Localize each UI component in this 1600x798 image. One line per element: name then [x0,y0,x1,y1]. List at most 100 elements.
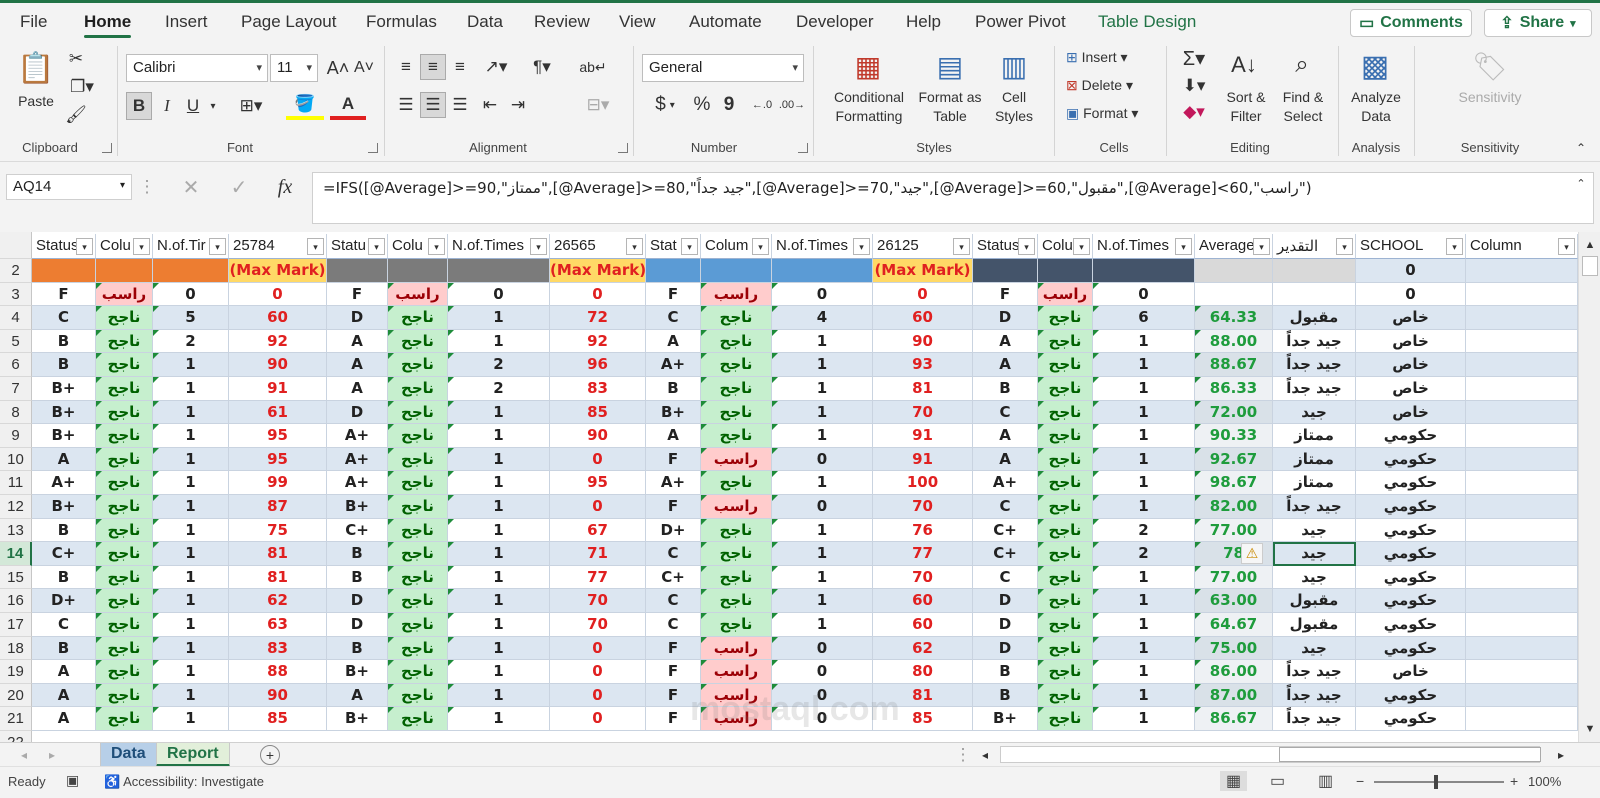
row-header[interactable]: 4 [0,306,32,330]
horizontal-scrollbar[interactable] [1000,746,1541,763]
table-cell[interactable]: ناجح [96,636,153,661]
table-cell[interactable]: A [646,329,701,354]
table-cell[interactable] [1466,329,1578,354]
row-header[interactable]: 8 [0,400,32,425]
table-cell[interactable]: A+ [646,353,701,377]
chevron-down-icon[interactable]: ▾ [206,92,220,120]
table-cell[interactable]: 1 [1093,683,1195,708]
table-cell[interactable]: جيد [1273,565,1356,590]
table-cell[interactable]: 0 [550,282,646,307]
table-cell[interactable]: 2 [153,329,229,354]
table-cell[interactable]: حكومي [1356,518,1466,543]
filter-dropdown-icon[interactable]: ▾ [76,238,93,255]
scroll-right-icon[interactable]: ▸ [1552,745,1570,765]
table-cell[interactable]: B [646,377,701,401]
align-middle-icon[interactable]: ≡ [420,54,446,80]
table-header-cell[interactable]: التقدير ▾ [1273,234,1356,259]
row-header[interactable]: 5 [0,329,32,354]
table-cell[interactable]: ممتاز [1273,447,1356,472]
comma-button[interactable]: 9 [718,92,740,118]
bold-button[interactable]: B [126,92,152,120]
clear-icon[interactable]: ◆▾ [1176,100,1212,124]
table-cell[interactable]: 86.33 [1195,377,1273,401]
table-cell[interactable] [1466,542,1578,566]
table-cell[interactable] [1466,660,1578,684]
table-cell[interactable]: 1 [1093,353,1195,377]
table-cell[interactable]: C [32,306,96,330]
table-header-cell[interactable]: N.of.Times ▾ [448,234,550,259]
table-cell[interactable] [1466,400,1578,425]
table-cell[interactable]: 0 [772,683,873,708]
table-cell[interactable]: D+ [32,589,96,613]
table-cell[interactable] [1466,613,1578,637]
table-cell[interactable]: 1 [1093,636,1195,661]
table-cell[interactable]: B+ [32,377,96,401]
table-cell[interactable]: 0 [1093,282,1195,307]
table-cell[interactable]: جيد [1273,636,1356,661]
select-all-corner[interactable] [0,232,32,259]
row-header[interactable]: 2 [0,259,32,283]
table-cell[interactable] [1466,353,1578,377]
table-cell[interactable]: 1 [153,424,229,448]
table-cell[interactable]: B [973,683,1038,708]
insert-function-button[interactable]: fx [270,174,300,200]
table-cell[interactable]: 90 [873,329,973,354]
table-cell[interactable]: 2 [448,377,550,401]
table-cell[interactable]: 1 [772,565,873,590]
table-cell[interactable]: حكومي [1356,565,1466,590]
font-color-icon[interactable]: A [330,92,366,120]
font-size-select[interactable]: 11 ▾ [270,54,318,82]
formula-input[interactable]: =IFS([@Average]>=90,"ممتاز",[@Average]>=… [312,172,1594,224]
filter-dropdown-icon[interactable]: ▾ [1558,238,1575,255]
table-cell[interactable]: 1 [772,471,873,495]
share-button[interactable]: ⇪ Share ▾ [1484,9,1592,37]
filter-dropdown-icon[interactable]: ▾ [1253,238,1270,255]
table-header-cell[interactable]: Status ▾ [32,234,96,259]
table-cell[interactable]: 5 [153,306,229,330]
table-cell[interactable]: ناجح [1038,400,1093,425]
table-cell[interactable]: B+ [327,707,388,731]
align-top-icon[interactable]: ≡ [394,54,418,80]
table-cell[interactable]: ناجح [1038,565,1093,590]
table-cell[interactable] [1466,565,1578,590]
table-cell[interactable]: 2 [1093,518,1195,543]
table-cell[interactable]: A [973,329,1038,354]
sensitivity-button[interactable]: Sensitivity [1450,88,1530,107]
table-cell[interactable]: 70 [550,613,646,637]
table-cell[interactable]: 1 [153,542,229,566]
table-cell[interactable]: خاص [1356,400,1466,425]
table-cell[interactable]: C [973,565,1038,590]
table-header-cell[interactable]: Colum ▾ [701,234,772,259]
table-cell[interactable]: A [973,353,1038,377]
filter-dropdown-icon[interactable]: ▾ [368,238,385,255]
table-cell[interactable] [1466,589,1578,613]
collapse-ribbon-icon[interactable]: ⌃ [1572,140,1590,156]
table-cell[interactable]: 1 [153,683,229,708]
row-header[interactable]: 13 [0,518,32,543]
vertical-scroll-thumb[interactable] [1582,256,1598,276]
table-cell[interactable]: 1 [448,447,550,472]
table-row-2-cell[interactable] [1038,259,1093,283]
orientation-icon[interactable]: ↗▾ [478,54,514,80]
table-cell[interactable]: ناجح [1038,495,1093,519]
table-cell[interactable]: راسب [701,707,772,731]
filter-dropdown-icon[interactable]: ▾ [1018,238,1035,255]
table-cell[interactable]: 63.00 [1195,589,1273,613]
row-header[interactable]: 12 [0,495,32,519]
table-cell[interactable]: ناجح [96,329,153,354]
name-box[interactable]: AQ14 ▾ [6,174,132,200]
table-cell[interactable]: مقبول [1273,306,1356,330]
table-cell[interactable]: C+ [973,518,1038,543]
table-cell[interactable]: ناجح [96,377,153,401]
table-cell[interactable]: 0 [550,683,646,708]
table-cell[interactable]: B+ [327,495,388,519]
table-cell[interactable]: B [32,636,96,661]
table-cell[interactable]: ناجح [701,518,772,543]
number-launcher-icon[interactable] [798,143,808,153]
worksheet-grid[interactable]: Status ▾ Colu ▾ N.of.Tir ▾ 25784 ▾ Statu ▾ Colu ▾ N.… [0,232,1578,752]
table-cell[interactable]: D [973,613,1038,637]
table-header-cell[interactable]: Stat ▾ [646,234,701,259]
table-cell[interactable]: A [327,353,388,377]
alignment-launcher-icon[interactable] [618,143,628,153]
table-cell[interactable]: ناجح [1038,471,1093,495]
